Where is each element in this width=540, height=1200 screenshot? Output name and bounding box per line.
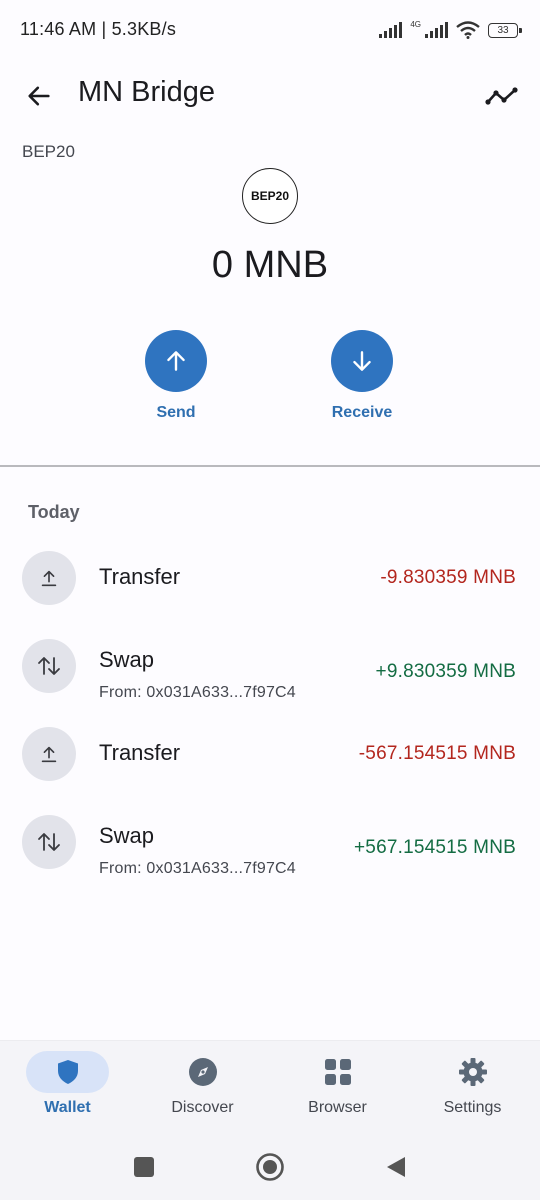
upload-icon [22,551,76,605]
receive-button[interactable]: Receive [302,330,422,422]
transaction-from-address: From: 0x031A633...7f97C4 [99,684,296,701]
shield-icon [57,1060,78,1084]
send-button[interactable]: Send [116,330,236,422]
gear-icon [458,1058,487,1086]
signal-icon [379,22,403,38]
status-icons: 4G 33 [379,18,522,42]
token-balance: 0 MNB [211,244,329,286]
recent-apps-button[interactable] [129,1152,159,1182]
compass-icon [188,1058,217,1086]
transaction-amount: +9.830359 MNB [375,661,516,682]
date-section-label: Today [28,502,80,522]
back-button[interactable] [18,75,60,117]
status-time-speed: 11:46 AM | 5.3KB/s [20,19,177,39]
transaction-from-address: From: 0x031A633...7f97C4 [99,860,296,877]
transaction-amount: +567.154515 MNB [354,837,516,858]
nav-item-discover[interactable]: Discover [135,1041,270,1131]
arrow-left-icon [28,86,50,106]
nav-browser-pill[interactable] [296,1051,379,1093]
battery-icon: 33 [488,22,522,38]
nav-label-browser: Browser [308,1099,367,1116]
transaction-row[interactable]: Swap From: 0x031A633...7f97C4 +567.15451… [0,796,540,884]
swap-arrows-icon [22,639,76,693]
home-circle-icon [256,1153,284,1181]
bottom-navigation: Wallet Discover Browser Settings [0,1040,540,1130]
nav-label-wallet: Wallet [44,1099,91,1116]
send-circle[interactable] [145,330,207,392]
transaction-row[interactable]: Swap From: 0x031A633...7f97C4 +9.830359 … [0,620,540,708]
trend-line-icon [485,87,518,105]
nav-discover-pill[interactable] [161,1051,244,1093]
system-back-button[interactable] [381,1152,411,1182]
nav-label-settings: Settings [443,1099,502,1116]
transaction-row[interactable]: Transfer -567.154515 MNB [0,708,540,796]
signal-icon-secondary [425,22,448,38]
transaction-row[interactable]: Transfer -9.830359 MNB [0,532,540,620]
transaction-list: Transfer -9.830359 MNB Swap From: 0x031A… [0,532,540,884]
nav-settings-pill[interactable] [431,1051,514,1093]
transaction-type: Transfer [99,564,181,589]
swap-arrows-icon [22,815,76,869]
receive-circle[interactable] [331,330,393,392]
app-header: MN Bridge [0,60,540,130]
transaction-amount: -9.830359 MNB [380,567,516,588]
send-label: Send [156,404,196,421]
section-divider [0,465,540,467]
upload-icon [22,727,76,781]
system-navigation-bar [0,1130,540,1200]
square-icon [134,1157,154,1177]
arrow-down-icon [353,351,371,371]
network-label: BEP20 [22,142,75,161]
token-logo: BEP20 [242,168,298,224]
home-button[interactable] [255,1152,285,1182]
grid-icon [324,1059,351,1085]
arrow-up-icon [167,351,185,371]
price-chart-button[interactable] [480,75,524,117]
triangle-back-icon [387,1157,405,1177]
nav-item-settings[interactable]: Settings [405,1041,540,1131]
network-type-label: 4G [410,20,421,29]
nav-label-discover: Discover [171,1099,234,1116]
transaction-amount: -567.154515 MNB [358,743,516,764]
nav-item-wallet[interactable]: Wallet [0,1041,135,1131]
status-bar: 11:46 AM | 5.3KB/s 4G 33 [0,0,540,60]
transaction-type: Swap [99,823,155,848]
page-title: MN Bridge [78,76,215,108]
transaction-type: Transfer [99,740,181,765]
wifi-icon [456,21,480,39]
transaction-type: Swap [99,647,155,672]
receive-label: Receive [331,404,393,421]
nav-item-browser[interactable]: Browser [270,1041,405,1131]
nav-wallet-pill[interactable] [26,1051,109,1093]
